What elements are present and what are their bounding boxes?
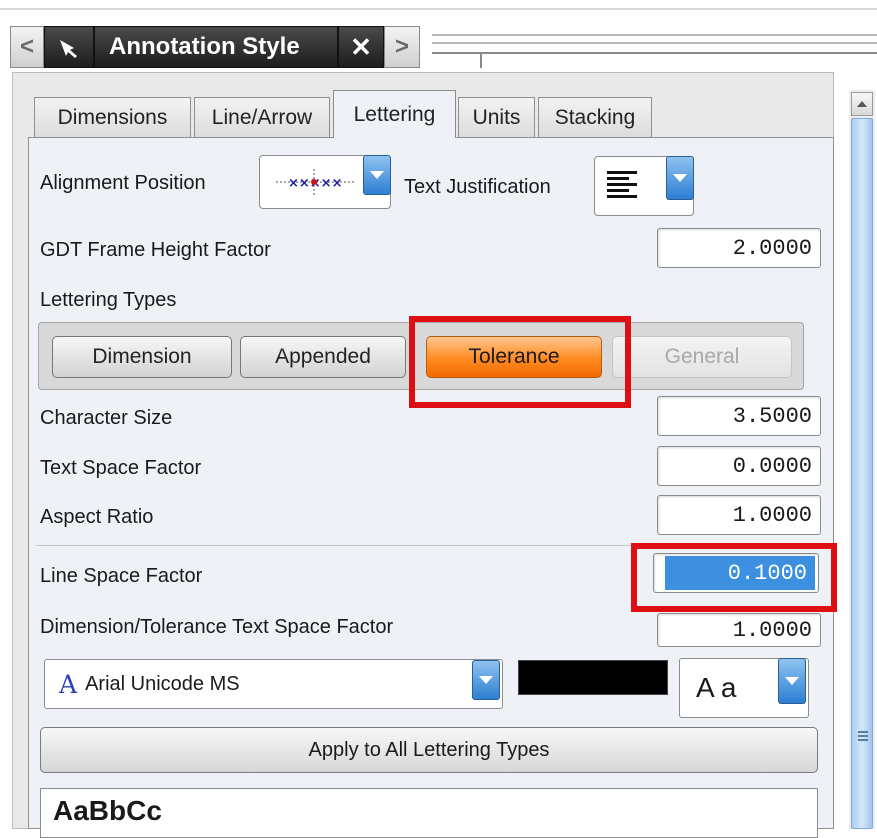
tab-lettering[interactable]: Lettering xyxy=(333,90,456,138)
title-bar-top-line xyxy=(0,8,877,10)
close-icon: ✕ xyxy=(350,31,372,62)
line-space-factor-label: Line Space Factor xyxy=(40,565,203,587)
close-button[interactable]: ✕ xyxy=(338,26,384,68)
title-groove xyxy=(432,34,877,36)
dimension-tolerance-space-label: Dimension/Tolerance Text Space Factor xyxy=(40,616,394,638)
grip-line xyxy=(858,739,868,741)
lettering-type-dimension-button[interactable]: Dimension xyxy=(52,336,232,378)
font-name: Arial Unicode MS xyxy=(85,672,240,695)
apply-to-all-button[interactable]: Apply to All Lettering Types xyxy=(40,727,818,773)
aspect-ratio-label: Aspect Ratio xyxy=(40,506,154,528)
tab-dimensions[interactable]: Dimensions xyxy=(34,97,191,137)
tab-stacking[interactable]: Stacking xyxy=(538,97,652,137)
title-groove-tick xyxy=(480,52,482,68)
text-space-factor-field[interactable]: 0.0000 xyxy=(657,446,821,486)
aspect-ratio-field[interactable]: 1.0000 xyxy=(657,495,821,535)
text-space-factor-label: Text Space Factor xyxy=(40,457,202,479)
tab-line-arrow[interactable]: Line/Arrow xyxy=(194,97,330,137)
highlight-box-line-space xyxy=(631,543,837,612)
gdt-frame-height-label: GDT Frame Height Factor xyxy=(40,239,271,261)
grip-icon xyxy=(858,731,868,733)
chevron-down-icon[interactable] xyxy=(666,156,694,200)
scroll-up-button[interactable] xyxy=(851,92,873,116)
lettering-type-appended-button[interactable]: Appended xyxy=(240,336,406,378)
chevron-down-icon[interactable] xyxy=(778,658,806,704)
font-type-icon: A xyxy=(59,669,78,699)
tab-units[interactable]: Units xyxy=(458,97,535,137)
alignment-position-dropdown[interactable]: ××××× xyxy=(259,155,391,209)
text-justification-label: Text Justification xyxy=(404,176,551,198)
lettering-type-general-button: General xyxy=(612,336,792,378)
character-size-label: Character Size xyxy=(40,407,173,429)
grip-line xyxy=(858,735,868,737)
scrollbar-thumb[interactable] xyxy=(851,118,873,829)
chevron-down-icon[interactable] xyxy=(472,660,500,700)
gdt-frame-height-field[interactable]: 2.0000 xyxy=(657,228,821,268)
highlight-box-tolerance xyxy=(409,316,631,408)
preview-text: AaBbCc xyxy=(53,795,162,826)
font-dropdown[interactable]: A Arial Unicode MS xyxy=(44,659,503,709)
prev-button[interactable]: < xyxy=(10,26,44,68)
alignment-position-label: Alignment Position xyxy=(40,172,206,194)
text-justification-dropdown[interactable] xyxy=(594,156,694,216)
window-title-tab: Annotation Style xyxy=(94,26,338,68)
title-groove xyxy=(432,52,877,54)
pin-arrow-icon xyxy=(60,40,77,58)
text-justify-left-icon xyxy=(607,171,637,198)
character-size-field[interactable]: 3.5000 xyxy=(657,396,821,436)
title-groove xyxy=(432,42,877,44)
font-style-sample: A a xyxy=(696,672,737,703)
pin-icon[interactable] xyxy=(44,26,94,68)
chevron-up-icon xyxy=(857,101,867,107)
color-swatch[interactable] xyxy=(518,660,668,695)
lettering-types-label: Lettering Types xyxy=(40,289,177,311)
dimension-tolerance-space-field[interactable]: 1.0000 xyxy=(657,613,821,647)
lettering-preview: AaBbCc xyxy=(40,788,818,838)
window-title: Annotation Style xyxy=(109,33,300,60)
chevron-down-icon[interactable] xyxy=(363,155,391,195)
next-button[interactable]: > xyxy=(384,26,420,68)
alignment-position-icon: ××××× xyxy=(276,169,356,195)
